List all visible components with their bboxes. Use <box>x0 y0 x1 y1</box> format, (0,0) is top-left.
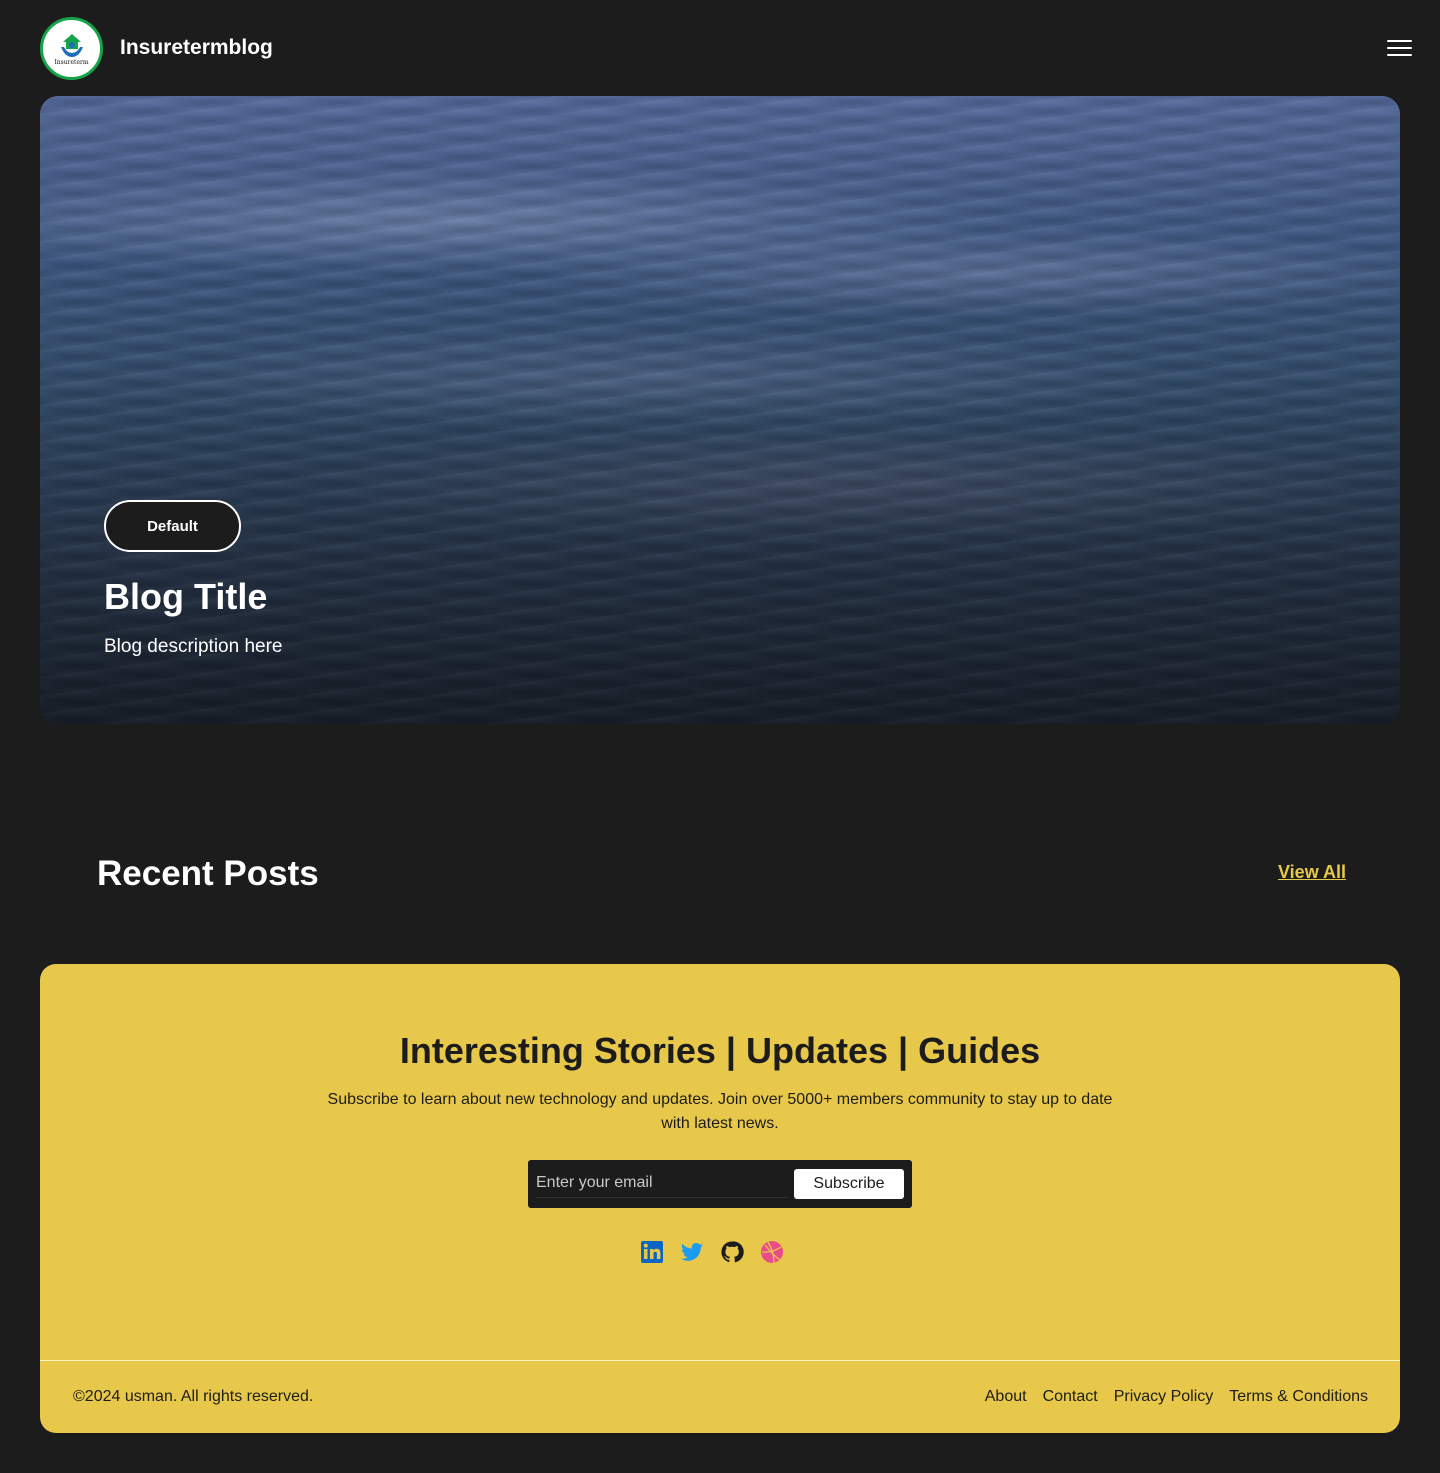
footer-link-privacy-policy[interactable]: Privacy Policy <box>1114 1388 1214 1406</box>
footer-link-contact[interactable]: Contact <box>1043 1388 1098 1406</box>
newsletter-heading: Interesting Stories | Updates | Guides <box>399 1030 1041 1071</box>
newsletter-subtitle: Subscribe to learn about new technology … <box>327 1091 1113 1132</box>
footer-link-about[interactable]: About <box>985 1388 1027 1406</box>
github-icon[interactable] <box>720 1240 744 1264</box>
view-all-link[interactable]: View All <box>1278 862 1346 883</box>
brand-name[interactable]: Insuretermblog <box>120 36 273 60</box>
linkedin-icon[interactable] <box>640 1240 664 1264</box>
hero-description: Blog description here <box>104 636 283 657</box>
featured-post-hero[interactable]: Default Blog Title Blog description here <box>40 96 1400 724</box>
house-hands-icon <box>60 34 83 57</box>
logo-wordmark: Insureterm <box>54 59 89 66</box>
category-badge[interactable]: Default <box>104 500 241 552</box>
email-input[interactable] <box>536 1168 788 1198</box>
recent-posts-heading: Recent Posts <box>97 854 319 893</box>
subscribe-button[interactable]: Subscribe <box>794 1169 904 1199</box>
site-header: Insureterm Insuretermblog <box>0 0 1440 96</box>
footer-link-terms[interactable]: Terms & Conditions <box>1229 1388 1368 1406</box>
subscribe-form: Subscribe <box>528 1160 912 1208</box>
twitter-icon[interactable] <box>680 1240 704 1264</box>
footer-divider <box>40 1360 1400 1361</box>
newsletter-section: Interesting Stories | Updates | Guides S… <box>40 964 1400 1433</box>
hamburger-menu-icon[interactable] <box>1387 40 1412 58</box>
site-logo[interactable]: Insureterm <box>40 17 103 80</box>
copyright-text: ©2024 usman. All rights reserved. <box>73 1388 314 1405</box>
footer-nav: About Contact Privacy Policy Terms & Con… <box>985 1388 1368 1406</box>
dribbble-icon[interactable] <box>760 1240 784 1264</box>
social-links <box>640 1240 800 1266</box>
hero-title[interactable]: Blog Title <box>104 576 267 618</box>
